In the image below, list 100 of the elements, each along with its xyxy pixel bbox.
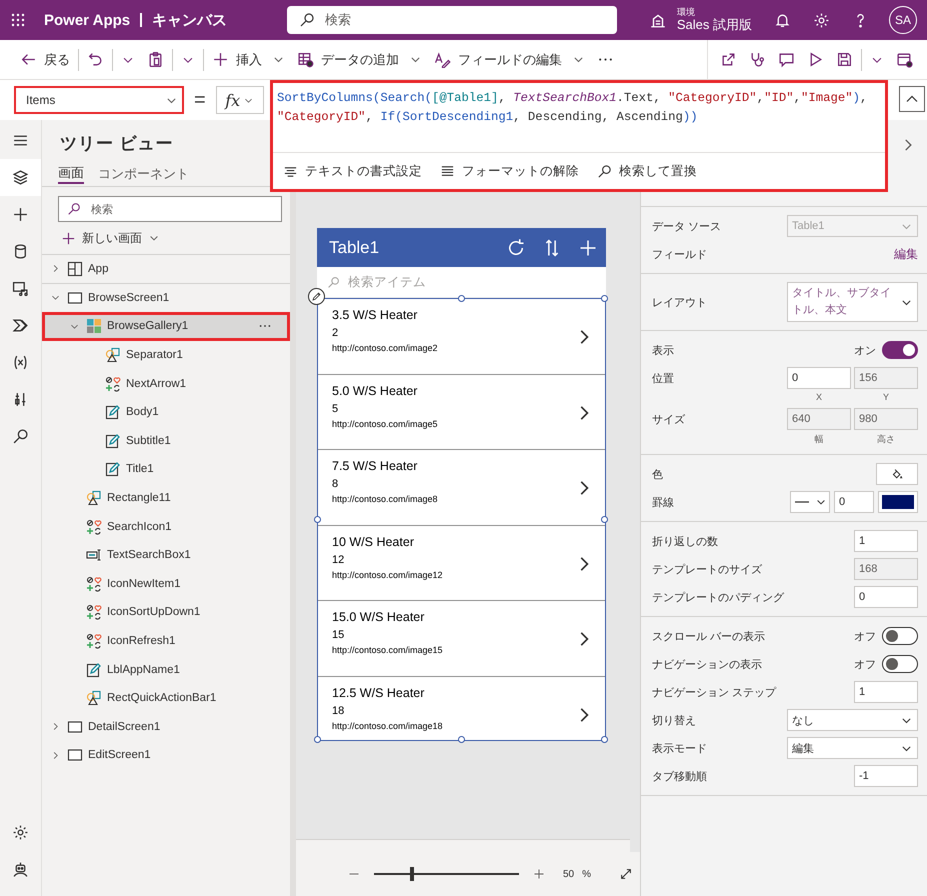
icons-icon [86,633,102,650]
property-dropdown[interactable]: なし [787,709,918,731]
slider-thumb[interactable] [410,867,414,882]
user-avatar[interactable]: SA [889,6,917,34]
tree-item[interactable]: IconNewItem1 [42,570,290,598]
resize-handle[interactable] [601,516,608,522]
shapes-icon [86,490,102,506]
rail-item[interactable] [0,159,41,196]
tree-item[interactable]: IconSortUpDown1 [42,598,290,627]
formula-action-button[interactable]: フォーマットの解除 [440,162,579,180]
tree-item[interactable]: NextArrow1 [42,369,290,398]
border-width-field[interactable]: 0 [834,491,874,513]
lines-icon [440,164,455,178]
tab[interactable]: コンポーネント [98,164,189,184]
number-field[interactable]: 1 [854,530,918,552]
tree-item[interactable]: App [42,255,290,284]
tree-item[interactable]: LblAppName1 [42,655,290,684]
settings-icon[interactable] [12,824,29,841]
resize-handle[interactable] [601,295,608,302]
tree-item[interactable]: EditScreen1 [42,741,290,770]
app-section: キャンバス [152,10,228,30]
search-placeholder: 検索アイテム [348,274,426,290]
property-label: 罫線 [652,496,675,510]
tree-item[interactable]: DetailScreen1 [42,712,290,742]
toolbar-button[interactable]: フィールドの編集 [428,46,591,74]
number-field[interactable]: 1 [854,681,918,703]
item-body: http://contoso.com/image12 [332,570,443,580]
undo-icon[interactable] [87,51,104,68]
property-label: ナビゲーションの表示 [652,658,763,672]
formula-action-button[interactable]: 検索して置換 [597,162,697,180]
refresh-icon[interactable] [506,238,526,258]
text-input-icon [86,547,102,564]
color-swatch[interactable] [882,495,914,509]
property-dropdown[interactable]: タイトル、サブタイトル、本文 [787,282,918,322]
stethoscope-icon[interactable] [749,51,766,68]
collapse-button[interactable] [899,86,925,112]
app-launcher-icon[interactable] [10,12,26,28]
search-field[interactable]: 検索 [287,6,618,34]
screen-icon [67,290,83,306]
bell-icon[interactable] [774,12,791,28]
tree-item[interactable]: IconRefresh1 [42,626,290,656]
resize-handle[interactable] [458,295,464,302]
environment-name[interactable]: Sales 試用版 [676,18,752,32]
tree-item[interactable]: TextSearchBox1 [42,540,290,570]
tree-item[interactable]: Rectangle11 [42,484,290,512]
tree-item[interactable]: Separator1 [42,340,290,370]
search-field[interactable]: 検索 [58,196,282,222]
gallery-item[interactable]: 15.0 W/S Heater 15 http://contoso.com/image15 [318,601,605,677]
tab[interactable]: 画面 [58,164,84,184]
resize-handle[interactable] [314,736,321,743]
property-label: タブ移動順 [652,770,708,784]
gallery-item[interactable]: 10 W/S Heater 12 http://contoso.com/image12 [318,526,605,602]
edit-link[interactable]: 編集 [894,246,918,262]
number-field[interactable]: 0 [787,367,851,389]
new-screen-button[interactable]: 新しい画面 [61,229,290,247]
number-field[interactable]: -1 [854,765,918,787]
toolbar-button[interactable]: データの追加 [291,46,428,74]
edit-badge[interactable] [308,288,325,305]
number-field[interactable]: 0 [854,586,918,608]
share-icon[interactable] [720,51,737,68]
formula-action-button[interactable]: テキストの書式設定 [283,162,422,180]
publish-icon[interactable] [896,51,913,68]
tree-item[interactable]: BrowseScreen1 [42,284,290,312]
tree-item[interactable]: Title1 [42,455,290,484]
resize-handle[interactable] [314,516,321,522]
tree-item[interactable]: SearchIcon1 [42,512,290,541]
function-button[interactable]: fx [216,86,264,114]
screen-icon [67,747,83,764]
property-dropdown[interactable]: Items [14,86,184,114]
toggle-switch[interactable] [882,341,918,359]
formula-editor[interactable]: SortByColumns(Search([@Table1], TextSearchBox1.Text, "CategoryID","ID","Image"), "CategoryID", If(SortDescending1, Descending, Ascending)) [273,83,885,152]
toolbar-button[interactable]: 戻る [14,46,76,74]
tree-item[interactable]: Subtitle1 [42,426,290,456]
property-dropdown[interactable]: 編集 [787,737,918,759]
save-icon[interactable] [836,51,853,68]
resize-handle[interactable] [601,736,608,743]
comment-icon[interactable] [778,51,795,68]
border-style-dropdown[interactable] [790,491,830,513]
fill-color-button[interactable] [876,463,918,485]
gallery-item[interactable]: 7.5 W/S Heater 8 http://contoso.com/image8 [318,450,605,526]
resize-handle[interactable] [458,736,464,743]
tree-item[interactable]: Body1 [42,398,290,427]
plus-icon[interactable] [533,868,545,880]
property-label: 切り替え [652,714,697,728]
tree-item[interactable]: RectQuickActionBar1 [42,684,290,712]
toggle-switch[interactable] [882,627,918,645]
tree-item[interactable]: BrowseGallery1 [42,312,290,341]
app-icon [67,260,83,277]
horizontal-scrollbar[interactable] [296,839,630,852]
toolbar-button[interactable]: 挿入 [206,46,291,74]
item-title: 7.5 W/S Heater [332,459,418,474]
toggle-switch[interactable] [882,655,918,673]
gallery-item[interactable]: 5.0 W/S Heater 5 http://contoso.com/image5 [318,374,605,450]
expand-icon[interactable] [619,867,634,882]
item-title: 5.0 W/S Heater [332,384,418,398]
label-icon [86,662,102,678]
robot-icon[interactable] [12,861,29,878]
gallery[interactable] [317,298,606,741]
clipboard-icon[interactable] [147,51,164,68]
item-subtitle: 5 [332,402,338,415]
